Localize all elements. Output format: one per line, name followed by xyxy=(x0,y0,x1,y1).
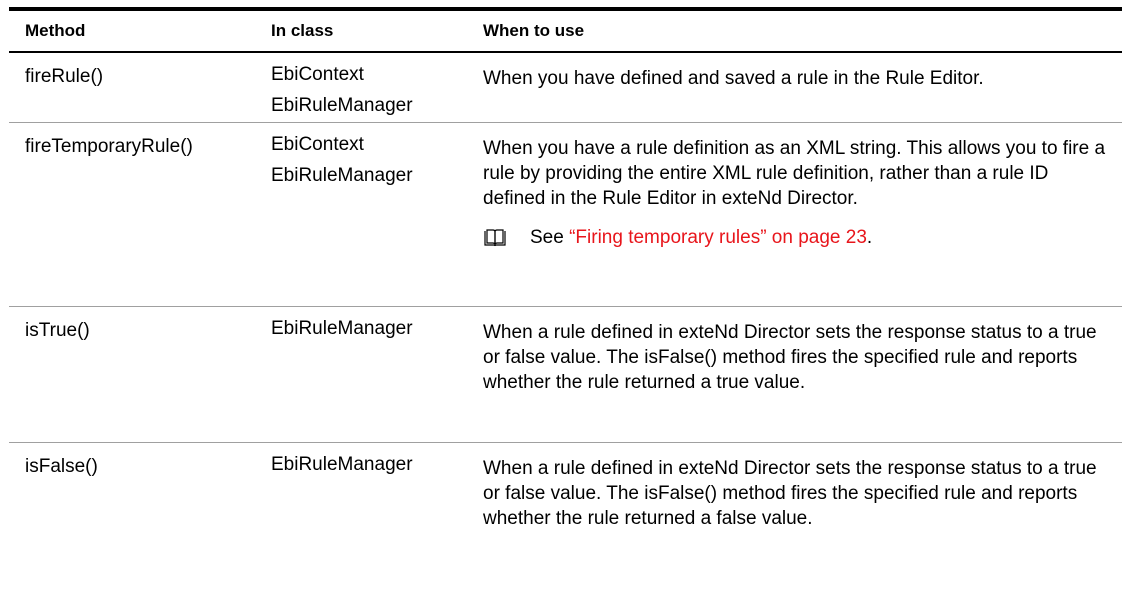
when-to-use-cell: When you have a rule definition as an XM… xyxy=(468,123,1122,306)
class-list: EbiContext EbiRuleManager xyxy=(256,123,468,306)
when-to-use-text: When you have defined and saved a rule i… xyxy=(483,68,984,89)
method-name: isFalse() xyxy=(25,456,98,477)
cross-reference: See “Firing temporary rules” on page 23. xyxy=(483,225,1112,250)
class-name: EbiRuleManager xyxy=(271,318,413,339)
table-row: isTrue() EbiRuleManager When a rule defi… xyxy=(9,307,1122,443)
class-list: EbiRuleManager xyxy=(256,307,468,442)
method-name: fireRule() xyxy=(25,66,104,87)
when-to-use-text: When a rule defined in exteNd Director s… xyxy=(483,458,1097,529)
class-list: EbiContext EbiRuleManager xyxy=(256,53,468,122)
table-row: fireRule() EbiContext EbiRuleManager Whe… xyxy=(9,53,1122,123)
when-to-use-text: When you have a rule definition as an XM… xyxy=(483,138,1106,209)
header-method: Method xyxy=(25,21,86,40)
class-name: EbiRuleManager xyxy=(271,454,413,475)
methods-table: Method In class When to use fireRule() E… xyxy=(9,7,1122,575)
header-when-to-use: When to use xyxy=(483,21,585,40)
see-suffix: . xyxy=(866,227,873,248)
book-icon xyxy=(484,228,506,246)
method-name: isTrue() xyxy=(25,320,90,341)
table-header-row: Method In class When to use xyxy=(9,11,1122,53)
class-name: EbiRuleManager xyxy=(271,165,413,186)
table-row: fireTemporaryRule() EbiContext EbiRuleMa… xyxy=(9,123,1122,307)
when-to-use-text: When a rule defined in exteNd Director s… xyxy=(483,322,1097,393)
header-in-class: In class xyxy=(271,21,334,40)
class-name: EbiRuleManager xyxy=(271,95,413,116)
xref-link[interactable]: “Firing temporary rules” on page 23 xyxy=(569,225,867,250)
table-row: isFalse() EbiRuleManager When a rule def… xyxy=(9,443,1122,575)
see-prefix: See xyxy=(530,227,564,248)
class-list: EbiRuleManager xyxy=(256,443,468,575)
method-name: fireTemporaryRule() xyxy=(25,136,193,157)
